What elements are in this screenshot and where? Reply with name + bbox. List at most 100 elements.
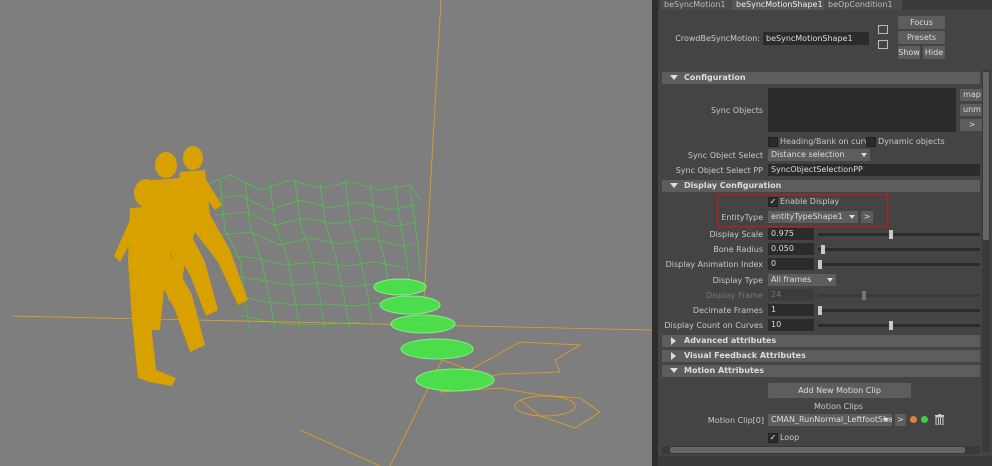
section-display-configuration-title: Display Configuration [684, 181, 782, 190]
chevron-down-icon [824, 274, 836, 286]
motion-clip0-dropdown[interactable]: CMAN_RunNormal_LeftfootShape [768, 414, 892, 426]
display-frame-slider[interactable] [818, 294, 980, 297]
motion-clip0-label: Motion Clip[0] [707, 416, 764, 425]
motion-clip-more-button[interactable]: > [895, 414, 906, 426]
display-count-slider[interactable] [818, 324, 980, 327]
tab-bar: beSyncMotion1 beSyncMotionShape1 beOpCon… [658, 0, 992, 10]
chevron-down-icon [880, 414, 892, 426]
output-connection-icon[interactable] [878, 40, 888, 49]
collapse-triangle-icon [670, 183, 678, 188]
display-scale-field[interactable]: 0.975 [768, 228, 814, 240]
chevron-down-icon [858, 149, 870, 161]
node-name-field[interactable]: beSyncMotionShape1 [763, 32, 869, 45]
display-frame-field[interactable]: 24 [768, 289, 814, 301]
section-advanced-title: Advanced attributes [684, 336, 777, 345]
attribute-editor: beSyncMotion1 beSyncMotionShape1 beOpCon… [658, 0, 992, 466]
decimate-frames-label: Decimate Frames [692, 306, 763, 315]
entity-type-dropdown[interactable]: entityTypeShape1 [768, 211, 858, 223]
motion-clip-green-dot-icon[interactable] [921, 416, 928, 423]
section-advanced-attributes[interactable]: Advanced attributes [662, 335, 980, 347]
heading-bank-label: Heading/Bank on curve [780, 137, 874, 146]
motion-clip0-value: CMAN_RunNormal_LeftfootShape [771, 415, 892, 424]
add-motion-clip-button[interactable]: Add New Motion Clip [768, 383, 911, 398]
sync-object-select-label: Sync Object Select [687, 151, 763, 160]
display-frame-label: Display Frame [706, 291, 763, 300]
display-type-label: Display Type [712, 276, 763, 285]
presets-button[interactable]: Presets [898, 31, 945, 44]
3d-viewport[interactable] [0, 0, 652, 466]
loop-checkbox[interactable]: ✓ [768, 433, 778, 443]
chevron-down-icon [846, 211, 858, 223]
enable-display-checkbox[interactable]: ✓ [768, 197, 778, 207]
loop-label: Loop [780, 433, 800, 442]
expand-triangle-icon [671, 337, 676, 345]
bone-radius-handle[interactable] [821, 245, 826, 254]
sync-object-select-pp-label: Sync Object Select PP [675, 166, 763, 175]
display-animation-index-slider[interactable] [818, 263, 980, 266]
entity-type-label: EntityType [721, 213, 763, 222]
notes-bar [658, 456, 992, 466]
enable-display-label: Enable Display [780, 197, 840, 206]
sync-object-select-pp-field[interactable]: SyncObjectSelectionPP [768, 164, 980, 176]
expand-triangle-icon [671, 352, 676, 360]
tab-besyncmotionshape1[interactable]: beSyncMotionShape1 [732, 0, 828, 10]
section-motion-attributes[interactable]: Motion Attributes [662, 365, 980, 377]
section-configuration-title: Configuration [684, 73, 746, 82]
tab-beopcondition1[interactable]: beOpCondition1 [824, 0, 902, 10]
entity-type-more-button[interactable]: > [861, 211, 873, 223]
display-type-dropdown[interactable]: All frames [768, 274, 836, 286]
display-count-handle[interactable] [889, 321, 894, 330]
display-count-label: Display Count on Curves [664, 321, 763, 330]
crowd-characters [114, 146, 248, 386]
horizontal-scroll-thumb[interactable] [670, 447, 965, 453]
display-frame-handle[interactable] [862, 291, 867, 300]
display-animation-index-field[interactable]: 0 [768, 258, 814, 270]
display-scale-label: Display Scale [709, 230, 763, 239]
vertical-scrollbar[interactable] [982, 70, 990, 452]
dynamic-objects-checkbox[interactable] [866, 137, 876, 147]
collapse-triangle-icon [670, 368, 678, 373]
display-scale-slider[interactable] [818, 233, 980, 236]
motion-clips-label: Motion Clips [814, 402, 863, 411]
unmap-button[interactable]: unm [960, 104, 984, 116]
decimate-frames-handle[interactable] [818, 306, 822, 315]
bone-radius-field[interactable]: 0.050 [768, 243, 814, 255]
sync-object-select-value: Distance selection [771, 150, 845, 159]
section-visual-feedback[interactable]: Visual Feedback Attributes [662, 350, 980, 362]
display-count-field[interactable]: 10 [768, 319, 814, 331]
entity-type-value: entityTypeShape1 [771, 212, 843, 221]
node-type-label: CrowdBeSyncMotion: [675, 34, 760, 43]
heading-bank-checkbox[interactable] [768, 137, 778, 147]
decimate-frames-slider[interactable] [818, 309, 980, 312]
collapse-triangle-icon [670, 75, 678, 80]
sync-objects-list[interactable] [768, 88, 956, 132]
dynamic-objects-label: Dynamic objects [878, 137, 945, 146]
horizontal-scrollbar[interactable] [662, 446, 980, 454]
bone-radius-label: Bone Radius [713, 245, 763, 254]
display-animation-index-label: Display Animation Index [665, 260, 763, 269]
section-configuration[interactable]: Configuration [662, 72, 980, 84]
section-display-configuration[interactable]: Display Configuration [662, 180, 980, 192]
hide-button[interactable]: Hide [923, 46, 945, 59]
show-button[interactable]: Show [898, 46, 920, 59]
tab-besyncmotion1[interactable]: beSyncMotion1 [660, 0, 736, 10]
viewport-scene [11, 0, 652, 466]
display-type-value: All frames [771, 275, 812, 284]
map-button[interactable]: map [960, 89, 984, 101]
sync-objects-label: Sync Objects [710, 106, 763, 115]
display-scale-handle[interactable] [889, 230, 894, 239]
input-connection-icon[interactable] [878, 25, 888, 34]
section-motion-attributes-title: Motion Attributes [684, 366, 764, 375]
trash-icon[interactable] [935, 414, 944, 426]
vertical-scroll-thumb[interactable] [983, 72, 989, 240]
display-animation-index-handle[interactable] [818, 260, 822, 269]
motion-clip-orange-dot-icon[interactable] [910, 416, 917, 423]
more-button[interactable]: > [960, 119, 984, 131]
focus-button[interactable]: Focus [898, 16, 945, 29]
bone-radius-slider[interactable] [818, 248, 980, 251]
motion-discs [373, 278, 495, 392]
section-visual-feedback-title: Visual Feedback Attributes [684, 351, 806, 360]
ground-curves [11, 0, 652, 466]
sync-object-select-dropdown[interactable]: Distance selection [768, 149, 870, 161]
decimate-frames-field[interactable]: 1 [768, 304, 814, 316]
